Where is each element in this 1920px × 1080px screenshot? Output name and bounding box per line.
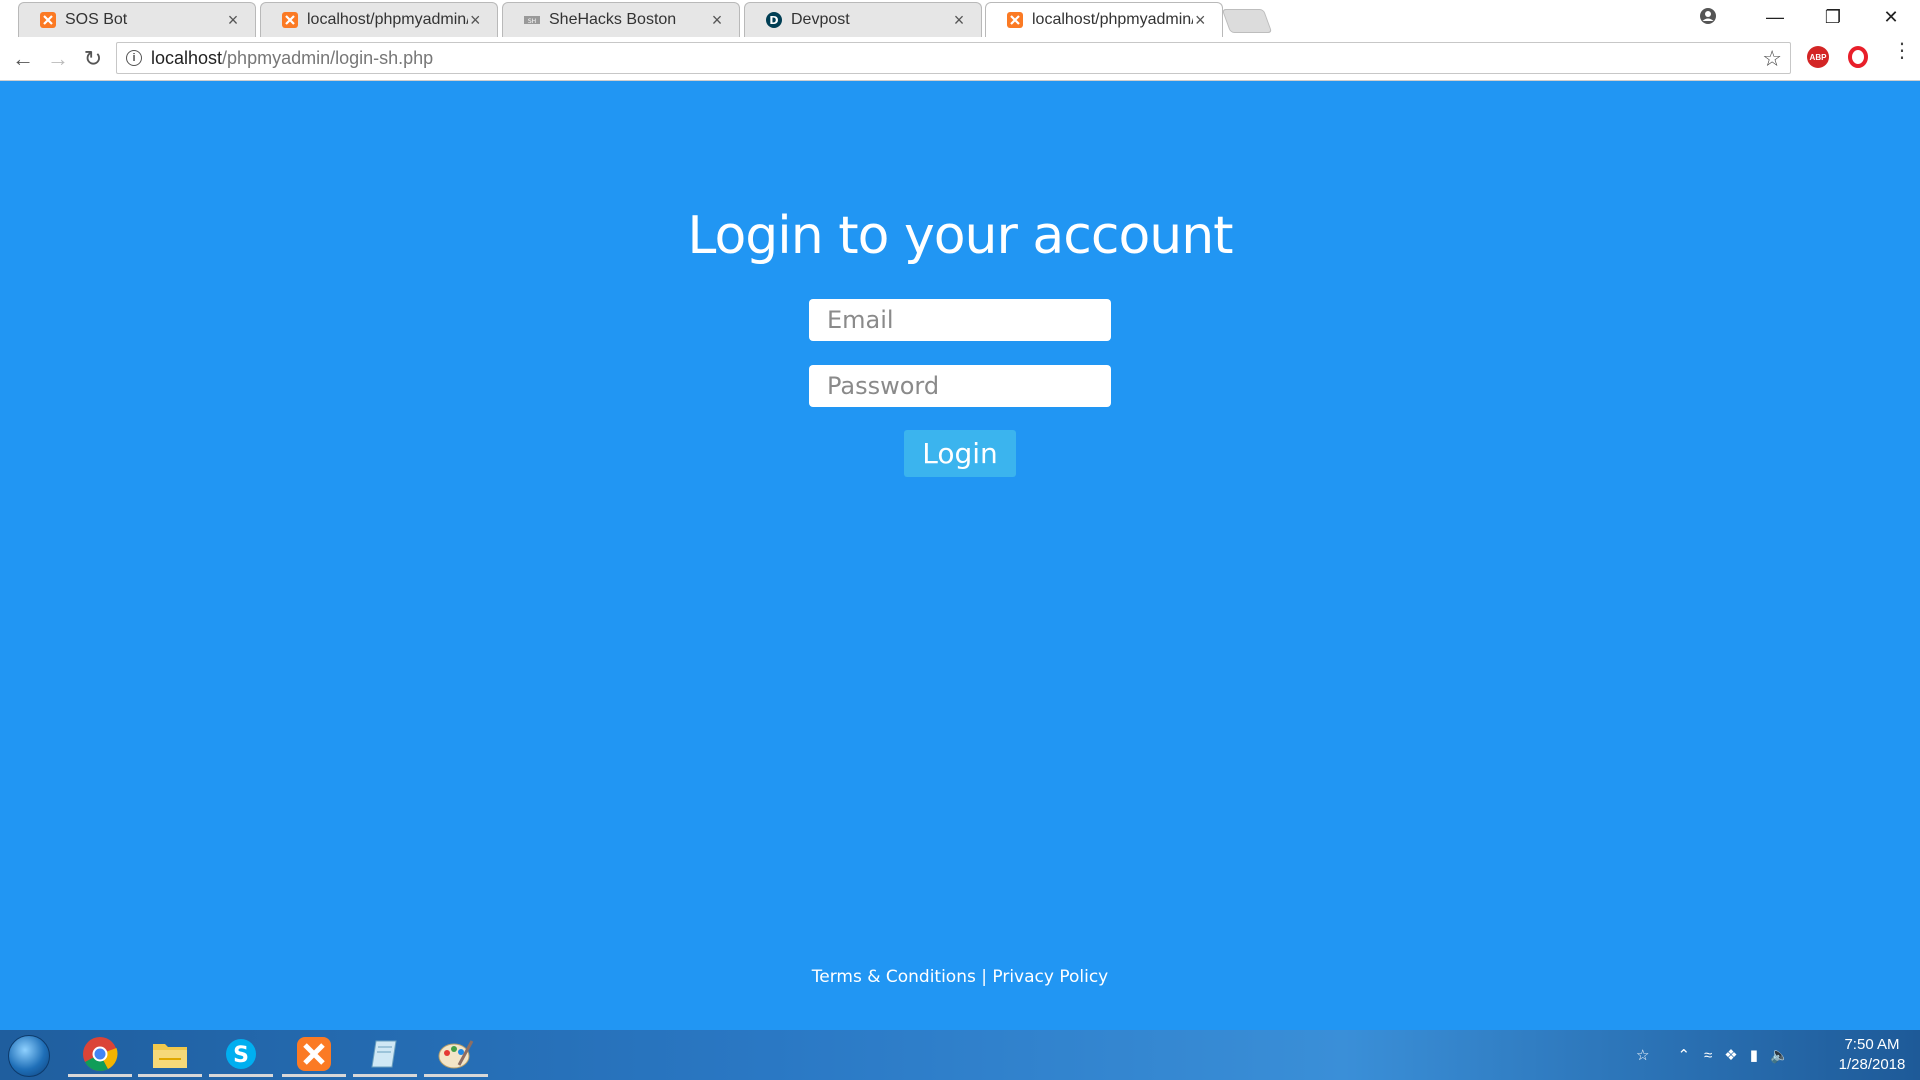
- close-tab-icon[interactable]: ×: [1193, 10, 1208, 31]
- tab-shehacks-boston[interactable]: SH SheHacks Boston ×: [502, 2, 740, 37]
- browser-tab-strip: SOS Bot × localhost/phpmyadmin/l × SH Sh…: [0, 0, 1920, 37]
- tab-title: SheHacks Boston: [549, 11, 677, 28]
- people-icon[interactable]: ☆: [1636, 1046, 1649, 1064]
- chrome-icon[interactable]: [68, 1033, 132, 1077]
- close-tab-icon[interactable]: ×: [709, 10, 725, 31]
- svg-text:D: D: [769, 14, 778, 27]
- windows-taskbar: S ☆ ⌃ ≈ ❖ ▮ 🔈 7:50 AM 1/28/2018: [0, 1030, 1920, 1080]
- xampp-icon: [1006, 11, 1024, 29]
- devpost-icon: D: [765, 11, 783, 29]
- close-window-icon[interactable]: ✕: [1862, 7, 1920, 28]
- minimize-icon[interactable]: —: [1746, 7, 1804, 28]
- footer-links: Terms & Conditions | Privacy Policy: [0, 967, 1920, 987]
- window-controls: — ❐ ✕: [1746, 0, 1920, 34]
- terms-link[interactable]: Terms & Conditions: [812, 967, 976, 987]
- browser-toolbar: ← → ↻ i localhost/phpmyadmin/login-sh.ph…: [0, 37, 1920, 81]
- back-arrow-icon[interactable]: ←: [7, 43, 39, 75]
- adblock-plus-icon[interactable]: ABP: [1807, 46, 1829, 68]
- close-tab-icon[interactable]: ×: [951, 10, 967, 31]
- profile-icon[interactable]: [1699, 7, 1717, 25]
- password-field[interactable]: [809, 365, 1111, 407]
- shehacks-icon: SH: [523, 11, 541, 29]
- login-button[interactable]: Login: [904, 430, 1016, 477]
- menu-icon[interactable]: ⋮: [1892, 41, 1912, 61]
- address-url[interactable]: localhost/phpmyadmin/login-sh.php: [151, 48, 433, 69]
- clock-date: 1/28/2018: [1838, 1056, 1906, 1073]
- address-bar[interactable]: i localhost/phpmyadmin/login-sh.php ☆: [116, 42, 1791, 74]
- opera-icon[interactable]: [1847, 46, 1869, 68]
- start-button[interactable]: [8, 1035, 50, 1077]
- tab-title: SOS Bot: [65, 11, 128, 28]
- taskbar-clock[interactable]: 7:50 AM 1/28/2018: [1832, 1035, 1912, 1075]
- volume-icon[interactable]: 🔈: [1770, 1046, 1789, 1064]
- tab-devpost[interactable]: D Devpost ×: [744, 2, 982, 37]
- file-explorer-icon[interactable]: [138, 1033, 202, 1077]
- tab-title: localhost/phpmyadmin/l: [307, 11, 468, 28]
- paint-icon[interactable]: [424, 1033, 488, 1077]
- show-hidden-icons-icon[interactable]: ⌃: [1677, 1046, 1690, 1064]
- reload-icon[interactable]: ↻: [77, 43, 109, 75]
- svg-text:SH: SH: [528, 18, 536, 25]
- system-tray: ☆ ⌃ ≈ ❖ ▮ 🔈: [1636, 1030, 1789, 1080]
- skype-icon[interactable]: S: [209, 1033, 273, 1077]
- tab-phpmyadmin-1[interactable]: localhost/phpmyadmin/l ×: [260, 2, 498, 37]
- battery-icon[interactable]: ▮: [1750, 1046, 1758, 1064]
- xampp-icon: [39, 11, 57, 29]
- email-field[interactable]: [809, 299, 1111, 341]
- xampp-icon[interactable]: [282, 1033, 346, 1077]
- clock-time: 7:50 AM: [1844, 1036, 1900, 1053]
- xampp-icon: [281, 11, 299, 29]
- notepad-icon[interactable]: [353, 1033, 417, 1077]
- page-title: Login to your account: [687, 206, 1233, 266]
- svg-text:S: S: [233, 1043, 249, 1068]
- site-info-icon[interactable]: i: [126, 50, 142, 66]
- close-tab-icon[interactable]: ×: [225, 10, 241, 31]
- dropbox-icon[interactable]: ❖: [1724, 1046, 1737, 1064]
- close-tab-icon[interactable]: ×: [468, 10, 483, 31]
- footer-separator: |: [981, 967, 987, 987]
- tab-title: localhost/phpmyadmin/l: [1032, 11, 1193, 28]
- tab-sos-bot[interactable]: SOS Bot ×: [18, 2, 256, 37]
- forward-arrow-icon[interactable]: →: [42, 43, 74, 75]
- tab-phpmyadmin-active[interactable]: localhost/phpmyadmin/l ×: [985, 2, 1223, 37]
- tab-title: Devpost: [791, 11, 850, 28]
- new-tab-button[interactable]: [1221, 9, 1273, 33]
- wifi-icon[interactable]: ≈: [1704, 1047, 1712, 1064]
- restore-icon[interactable]: ❐: [1804, 7, 1862, 28]
- privacy-link[interactable]: Privacy Policy: [992, 967, 1108, 987]
- bookmark-star-icon[interactable]: ☆: [1762, 46, 1782, 72]
